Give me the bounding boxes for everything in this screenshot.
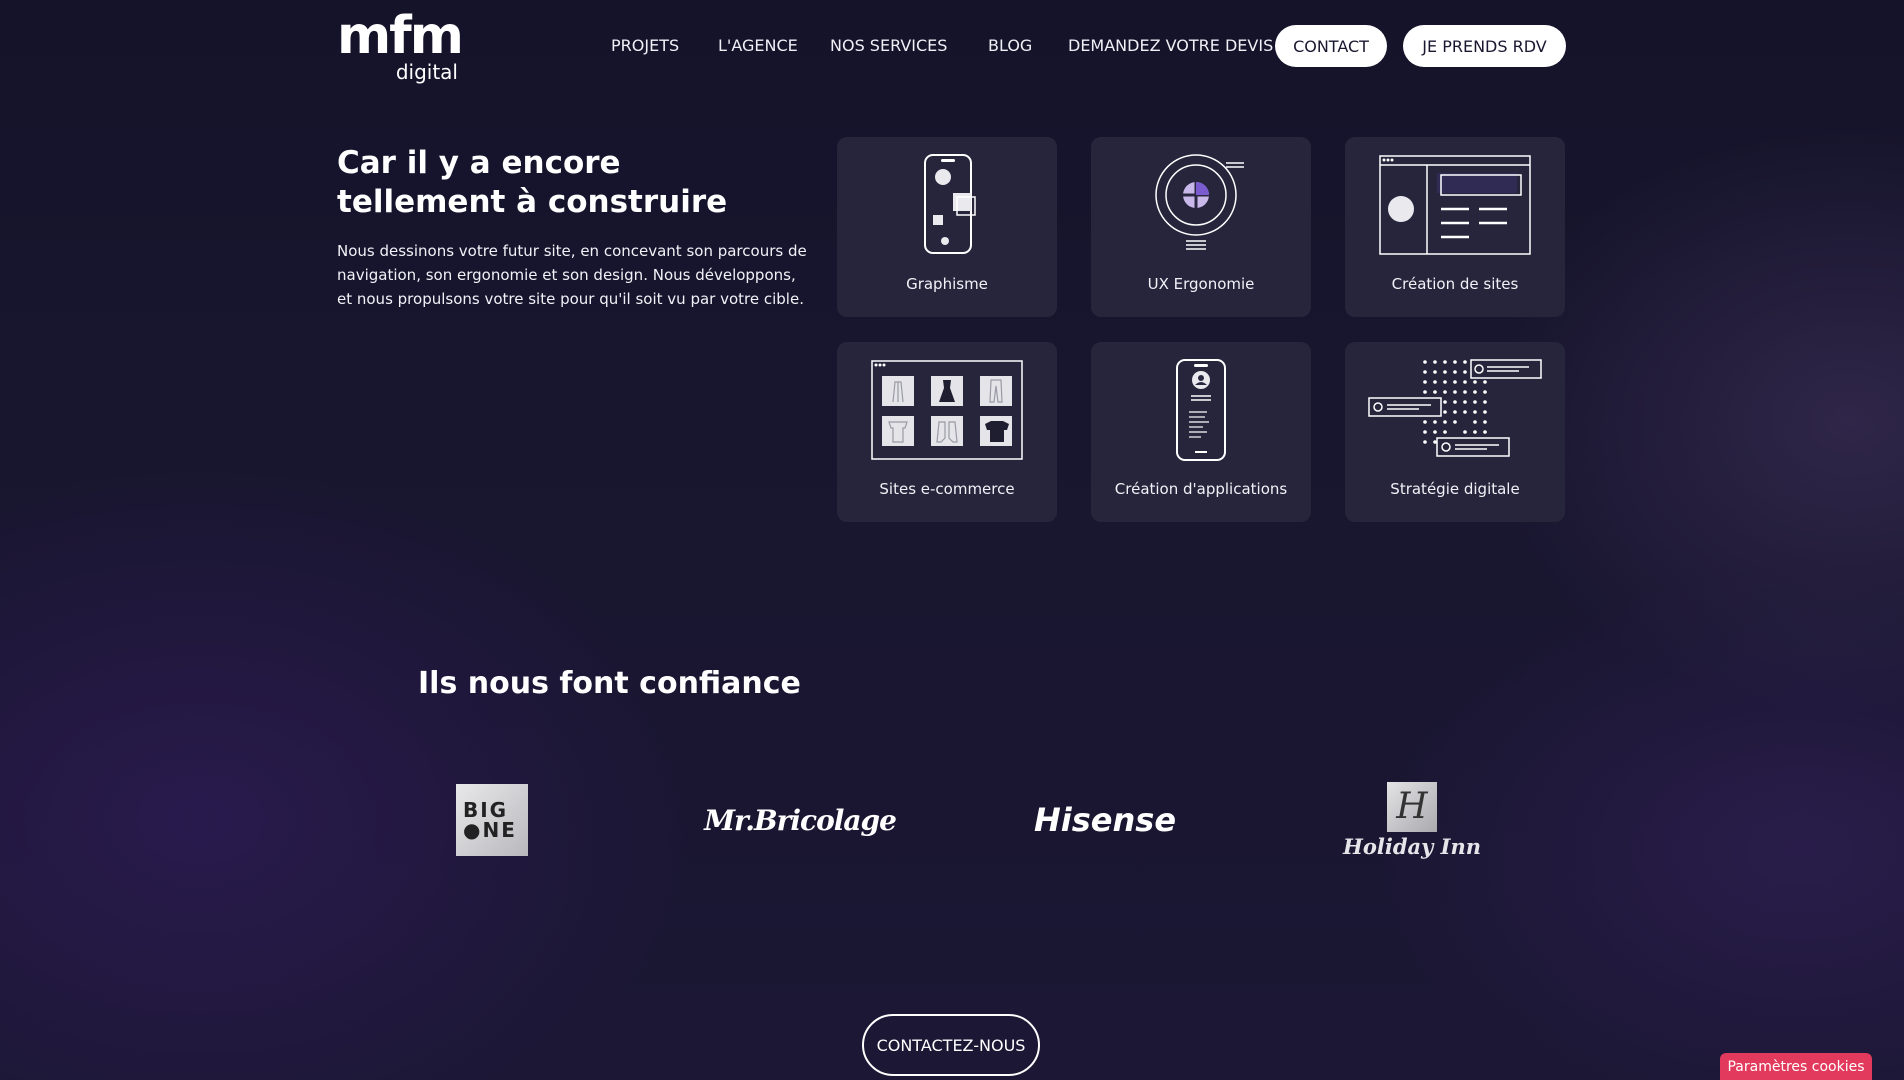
client-logo-mrbricolage: Mr.Bricolage bbox=[700, 770, 900, 870]
ecommerce-grid-icon bbox=[837, 358, 1057, 462]
mobile-app-icon bbox=[1091, 358, 1311, 462]
service-label: Sites e-commerce bbox=[879, 480, 1015, 498]
mfm-digital-logo[interactable]: mfm digital bbox=[337, 6, 464, 84]
service-card-applications[interactable]: Création d'applications bbox=[1091, 342, 1311, 522]
client-logo-bigone: BIG ●NE bbox=[456, 770, 528, 870]
service-card-sites[interactable]: Création de sites bbox=[1345, 137, 1565, 317]
service-card-strategie[interactable]: Stratégie digitale bbox=[1345, 342, 1565, 522]
service-label: Création de sites bbox=[1391, 275, 1519, 293]
contact-button[interactable]: CONTACT bbox=[1275, 25, 1387, 67]
client-logo-holidayinn: H Holiday Inn bbox=[1312, 770, 1512, 870]
nav-blog[interactable]: BLOG bbox=[988, 36, 1032, 55]
nav-projets[interactable]: PROJETS bbox=[611, 36, 679, 55]
service-card-ux[interactable]: UX Ergonomie bbox=[1091, 137, 1311, 317]
ux-target-icon bbox=[1091, 153, 1311, 257]
holidayinn-text: Holiday Inn bbox=[1343, 833, 1481, 859]
logo-mark: mfm bbox=[337, 6, 464, 66]
nav-devis[interactable]: DEMANDEZ VOTRE DEVIS bbox=[1068, 36, 1273, 55]
bigone-line1: BIG bbox=[463, 798, 509, 822]
nav-services[interactable]: NOS SERVICES bbox=[830, 36, 947, 55]
phone-shapes-icon bbox=[837, 153, 1057, 257]
contactez-nous-button[interactable]: CONTACTEZ-NOUS bbox=[862, 1014, 1040, 1076]
client-logo-hisense: Hisense bbox=[1005, 770, 1205, 870]
service-card-graphisme[interactable]: Graphisme bbox=[837, 137, 1057, 317]
strategy-dots-icon bbox=[1345, 358, 1565, 462]
service-label: Stratégie digitale bbox=[1390, 480, 1520, 498]
mrbricolage-text: Mr.Bricolage bbox=[704, 803, 897, 837]
service-card-ecommerce[interactable]: Sites e-commerce bbox=[837, 342, 1057, 522]
cookie-settings-button[interactable]: Paramètres cookies bbox=[1720, 1053, 1872, 1080]
rdv-button[interactable]: JE PRENDS RDV bbox=[1403, 25, 1566, 67]
service-label: UX Ergonomie bbox=[1147, 275, 1255, 293]
holidayinn-mark: H bbox=[1387, 781, 1437, 832]
website-browser-icon bbox=[1345, 153, 1565, 257]
hero-title: Car il y a encore tellement à construire bbox=[337, 145, 728, 220]
trust-title: Ils nous font confiance bbox=[418, 666, 801, 701]
service-label: Création d'applications bbox=[1114, 480, 1288, 498]
logo-sub: digital bbox=[395, 60, 458, 84]
bigone-line2: ●NE bbox=[463, 818, 517, 842]
nav-agence[interactable]: L'AGENCE bbox=[718, 36, 798, 55]
hisense-text: Hisense bbox=[1033, 801, 1177, 839]
service-label: Graphisme bbox=[906, 275, 988, 293]
hero-text: Nous dessinons votre futur site, en conc… bbox=[337, 242, 807, 308]
